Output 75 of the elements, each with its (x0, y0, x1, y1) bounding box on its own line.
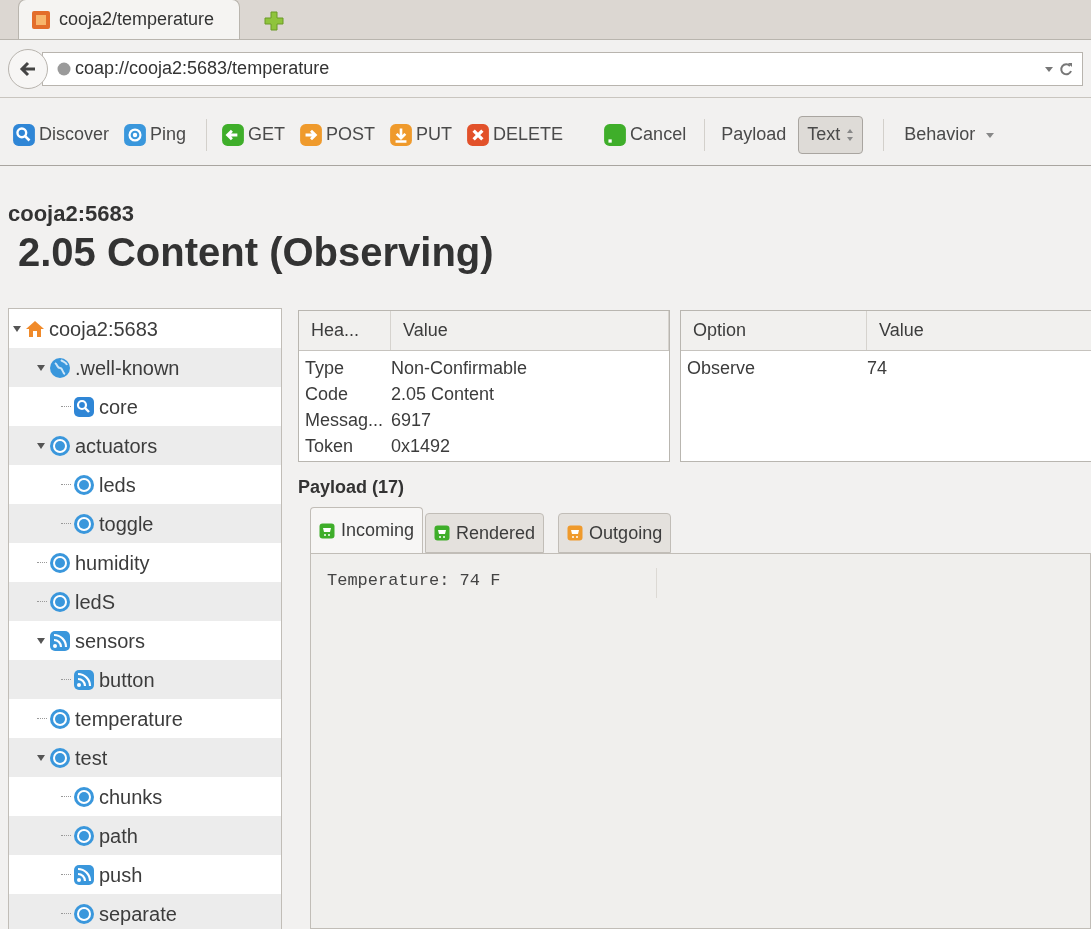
feed-icon (49, 629, 71, 652)
target-icon (73, 473, 95, 496)
tree-item[interactable]: button (9, 660, 281, 699)
tree-item[interactable]: path (9, 816, 281, 855)
format-select[interactable]: Text (798, 115, 864, 154)
target-icon (49, 551, 71, 574)
table-cell-text: Type (304, 356, 346, 380)
table-cell-text: Non-Confirmable (390, 356, 529, 380)
payload-tab[interactable]: Rendered (425, 513, 545, 553)
target-icon (73, 785, 95, 808)
toolbar-button[interactable]: Ping (121, 114, 189, 155)
close-icon (466, 122, 491, 147)
column-header[interactable]: Value (391, 311, 669, 350)
table-cell-text: 2.05 Content (390, 382, 496, 406)
cart-icon (434, 525, 451, 541)
tree-item[interactable]: actuators (9, 426, 281, 465)
behavior-menu[interactable]: Behavior (904, 121, 996, 148)
tree-item[interactable]: test (9, 738, 281, 777)
payload-tab[interactable]: Outgoing (558, 513, 672, 553)
expanded-arrow-icon[interactable] (37, 441, 45, 450)
target-icon (49, 707, 71, 730)
cart-icon (319, 522, 335, 539)
feed-icon (73, 863, 95, 886)
search-icon (73, 395, 95, 418)
table-cell-text: Messag... (304, 408, 385, 432)
toolbar-button[interactable]: GET (219, 114, 288, 155)
column-header[interactable]: Hea... (299, 311, 391, 350)
host-title: cooja2:5683 (8, 200, 135, 228)
toolbar-button[interactable]: PUT (387, 114, 455, 155)
table-cell-text: 74 (866, 356, 889, 380)
table-cell-text: 6917 (390, 408, 433, 432)
table-cell-text: 0x1492 (390, 434, 452, 458)
tree-item[interactable]: separate (9, 894, 281, 929)
payload-text: Temperature: 74 F (327, 571, 501, 590)
toolbar-button[interactable]: POST (297, 114, 378, 155)
target-icon (49, 746, 71, 769)
toolbar-button[interactable]: Cancel (601, 114, 689, 155)
spinner-icon (846, 127, 855, 142)
square-icon (603, 122, 628, 147)
toolbar-button[interactable]: Discover (10, 114, 111, 155)
expanded-arrow-icon[interactable] (13, 324, 21, 333)
expanded-arrow-icon[interactable] (37, 636, 45, 645)
table-cell-text: Token (304, 434, 355, 458)
app-icon (31, 9, 51, 30)
search-icon (12, 122, 36, 147)
table-cell-text: Observe (686, 356, 757, 380)
tree-item[interactable]: ledS (9, 582, 281, 621)
browser-tab[interactable]: cooja2/temperature (18, 0, 240, 39)
payload-label: Payload (721, 123, 787, 146)
expanded-arrow-icon[interactable] (37, 363, 45, 372)
target-icon (123, 122, 147, 147)
url-field[interactable]: coap://cooja2:5683/temperature (42, 51, 1083, 86)
target-icon (73, 902, 95, 925)
table-cell-text: Code (304, 382, 350, 406)
cart-icon (567, 525, 584, 541)
column-header[interactable]: Option (681, 311, 867, 350)
toolbar-button[interactable]: DELETE (464, 114, 566, 155)
house-icon (25, 318, 45, 339)
globe-icon (57, 61, 71, 76)
column-header[interactable]: Value (867, 311, 1091, 350)
reload-icon[interactable] (1058, 60, 1074, 77)
globe-icon (49, 356, 71, 379)
payload-tab[interactable]: Incoming (310, 507, 424, 553)
target-icon (49, 434, 71, 457)
tree-item[interactable]: .well-known (9, 348, 281, 387)
back-arrow-icon (19, 59, 37, 78)
back-button[interactable] (8, 48, 48, 89)
feed-icon (73, 668, 95, 691)
payload-title: Payload (17) (298, 476, 406, 499)
response-status: 2.05 Content (Observing) (17, 229, 495, 276)
target-icon (73, 512, 95, 535)
target-icon (73, 824, 95, 847)
tree-item[interactable]: toggle (9, 504, 281, 543)
target-icon (49, 590, 71, 613)
expanded-arrow-icon[interactable] (37, 753, 45, 762)
